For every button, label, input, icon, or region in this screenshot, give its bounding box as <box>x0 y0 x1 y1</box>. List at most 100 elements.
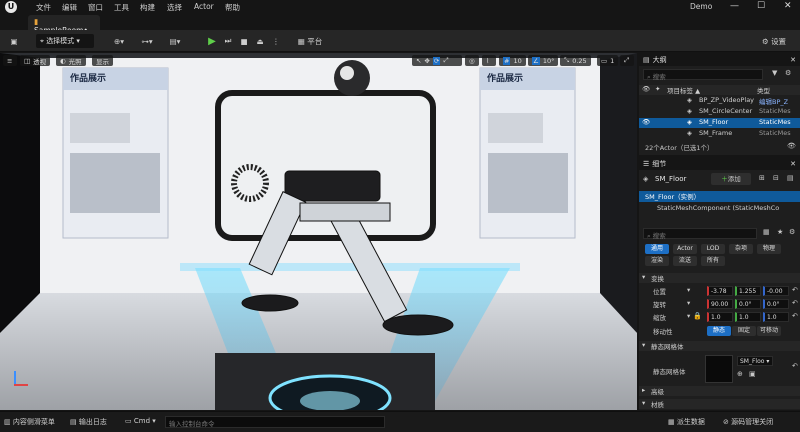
menu-tools[interactable]: 工具 <box>114 2 129 13</box>
eject-icon[interactable]: ⏏ <box>254 34 266 48</box>
play-icon[interactable]: ▶ <box>206 34 218 48</box>
menu-window[interactable]: 窗口 <box>88 2 103 13</box>
mobility-stationary[interactable]: 固定 <box>732 326 756 336</box>
visibility-icon[interactable]: 👁 <box>642 85 650 93</box>
save-icon[interactable]: ▣ <box>8 34 20 48</box>
menu-actor[interactable]: Actor <box>194 2 214 11</box>
surface-snap-icon[interactable]: ⌇ <box>482 55 496 66</box>
mesh-selector[interactable]: SM_Floo ▾ <box>737 356 773 366</box>
content-drawer-button[interactable]: ▥ 内容侧滑菜单 <box>4 417 55 427</box>
maximize-viewport-icon[interactable]: ⤢ <box>620 55 634 66</box>
view-mode-button[interactable]: ◫ 透视 <box>20 55 51 66</box>
close-icon[interactable]: ✕ <box>790 160 796 168</box>
show-button[interactable]: 显示 <box>92 55 113 66</box>
column-label[interactable]: 项目标签 ▲ <box>667 85 700 95</box>
location-x[interactable]: -3.78 <box>707 286 733 296</box>
close-icon[interactable]: ✕ <box>784 1 792 11</box>
outliner-row[interactable]: ◈ BP_ZP_VideoPlay 编辑BP_Z <box>639 96 800 106</box>
reset-icon[interactable]: ↶ <box>792 299 798 307</box>
section-material[interactable]: ▾ 材质 <box>639 399 800 409</box>
component-root-row[interactable]: SM_Floor（实例） <box>639 191 800 202</box>
scale-icon[interactable]: ⤢ <box>443 56 448 65</box>
rotation-snap-button[interactable]: ∠ 10° <box>528 55 559 66</box>
filter-streaming[interactable]: 流送 <box>673 256 697 266</box>
settings-button[interactable]: ⚙ 设置 <box>754 34 794 48</box>
view-options-icon[interactable]: 👁 <box>787 142 796 150</box>
column-type[interactable]: 类型 <box>757 85 770 95</box>
settings-icon[interactable]: ⚙ <box>785 69 791 77</box>
lock-icon[interactable]: 🔒 <box>693 312 702 320</box>
scale-z[interactable]: 1.0 <box>763 312 789 322</box>
maximize-icon[interactable]: ☐ <box>757 1 765 11</box>
filter-actor[interactable]: Actor <box>673 244 697 254</box>
blueprint-icon[interactable]: ⊶▾ <box>138 34 156 48</box>
rotate-icon[interactable]: ⟳ <box>432 56 441 65</box>
details-search-input[interactable]: ⌕ 搜索 <box>643 228 757 240</box>
location-z[interactable]: -0.00 <box>763 286 789 296</box>
outliner-search-input[interactable]: ⌕ 搜索 <box>643 69 763 81</box>
grid-snap-button[interactable]: #10 <box>499 55 526 66</box>
scale-y[interactable]: 1.0 <box>735 312 761 322</box>
hamburger-icon[interactable]: ≡ <box>3 55 17 66</box>
reset-icon[interactable]: ↶ <box>792 312 798 320</box>
mobility-static[interactable]: 静态 <box>707 326 731 336</box>
add-actor-icon[interactable]: ⊕▾ <box>110 34 128 48</box>
location-dropdown[interactable]: 位置 ▾ <box>653 286 693 296</box>
add-component-button[interactable]: ＋添加 <box>711 173 751 185</box>
menu-file[interactable]: 文件 <box>36 2 51 13</box>
section-advanced[interactable]: ▸ 高级 <box>639 386 800 396</box>
close-icon[interactable]: ✕ <box>790 56 796 64</box>
grid-view-icon[interactable]: ▦ <box>763 228 770 236</box>
transform-tools[interactable]: ↖ ✥ ⟳ ⤢ <box>412 55 462 66</box>
output-log-button[interactable]: ▤ 输出日志 <box>70 417 107 427</box>
source-control-button[interactable]: ⊘ 源码管理关闭 <box>723 417 773 427</box>
mesh-thumbnail[interactable] <box>705 355 733 383</box>
skip-icon[interactable]: ⏭ <box>222 34 234 48</box>
world-icon[interactable]: ◎ <box>465 55 479 66</box>
cmd-dropdown[interactable]: ▭ Cmd ▾ <box>125 417 156 425</box>
actor-type[interactable]: 编辑BP_Z <box>759 96 788 106</box>
mode-dropdown[interactable]: ⌖ 选择模式 ▾ <box>36 34 94 48</box>
visibility-icon[interactable]: 👁 <box>642 118 650 126</box>
star-icon[interactable]: ★ <box>777 228 783 236</box>
filter-all[interactable]: 所有 <box>701 256 725 266</box>
layout-icon[interactable]: ▤ <box>787 174 794 182</box>
filter-lod[interactable]: LOD <box>701 244 725 254</box>
filter-common[interactable]: 通用 <box>645 244 669 254</box>
stop-icon[interactable]: ■ <box>238 34 250 48</box>
minimize-icon[interactable]: — <box>730 1 739 11</box>
folder-icon[interactable]: ▣ <box>749 370 756 378</box>
derived-data-button[interactable]: ▦ 派生数据 <box>668 417 705 427</box>
location-y[interactable]: 1.255 <box>735 286 761 296</box>
filter-misc[interactable]: 杂项 <box>729 244 753 254</box>
scale-dropdown[interactable]: 缩放 ▾ <box>653 312 693 322</box>
scale-x[interactable]: 1.0 <box>707 312 733 322</box>
mobility-movable[interactable]: 可移动 <box>757 326 781 336</box>
rotation-y[interactable]: 0.0° <box>735 299 761 309</box>
camera-speed-button[interactable]: ▭ 1 <box>597 55 619 66</box>
reset-icon[interactable]: ↶ <box>792 362 798 370</box>
unreal-logo-icon[interactable]: U <box>5 1 17 13</box>
rotation-x[interactable]: 90.00 <box>707 299 733 309</box>
filter-icon[interactable]: ▼ <box>772 69 777 77</box>
lock-icon[interactable]: ⊟ <box>773 174 779 182</box>
browse-icon[interactable]: ⊕ <box>737 370 743 378</box>
lit-button[interactable]: ◐ 光照 <box>56 55 86 66</box>
scale-snap-button[interactable]: ⤡ 0.25 <box>560 55 591 66</box>
platform-button[interactable]: ▦ 平台 <box>290 34 330 48</box>
reset-icon[interactable]: ↶ <box>792 286 798 294</box>
component-child-row[interactable]: StaticMeshComponent (StaticMeshCo <box>639 204 800 214</box>
filter-physics[interactable]: 物理 <box>757 244 781 254</box>
menu-select[interactable]: 选择 <box>167 2 182 13</box>
section-transform[interactable]: ▾ 变换 <box>639 273 800 283</box>
outliner-row[interactable]: ◈ SM_CircleCenter StaticMes <box>639 107 800 117</box>
cinematics-icon[interactable]: ▤▾ <box>166 34 184 48</box>
select-icon[interactable]: ↖ <box>416 57 421 65</box>
blueprint-icon[interactable]: ⊞ <box>759 174 765 182</box>
settings-icon[interactable]: ⚙ <box>789 228 795 236</box>
more-options-icon[interactable]: ⋮ <box>270 34 282 48</box>
menu-edit[interactable]: 编辑 <box>62 2 77 13</box>
menu-help[interactable]: 帮助 <box>225 2 240 13</box>
rotation-dropdown[interactable]: 旋转 ▾ <box>653 299 693 309</box>
section-static-mesh[interactable]: ▾ 静态网格体 <box>639 341 800 351</box>
